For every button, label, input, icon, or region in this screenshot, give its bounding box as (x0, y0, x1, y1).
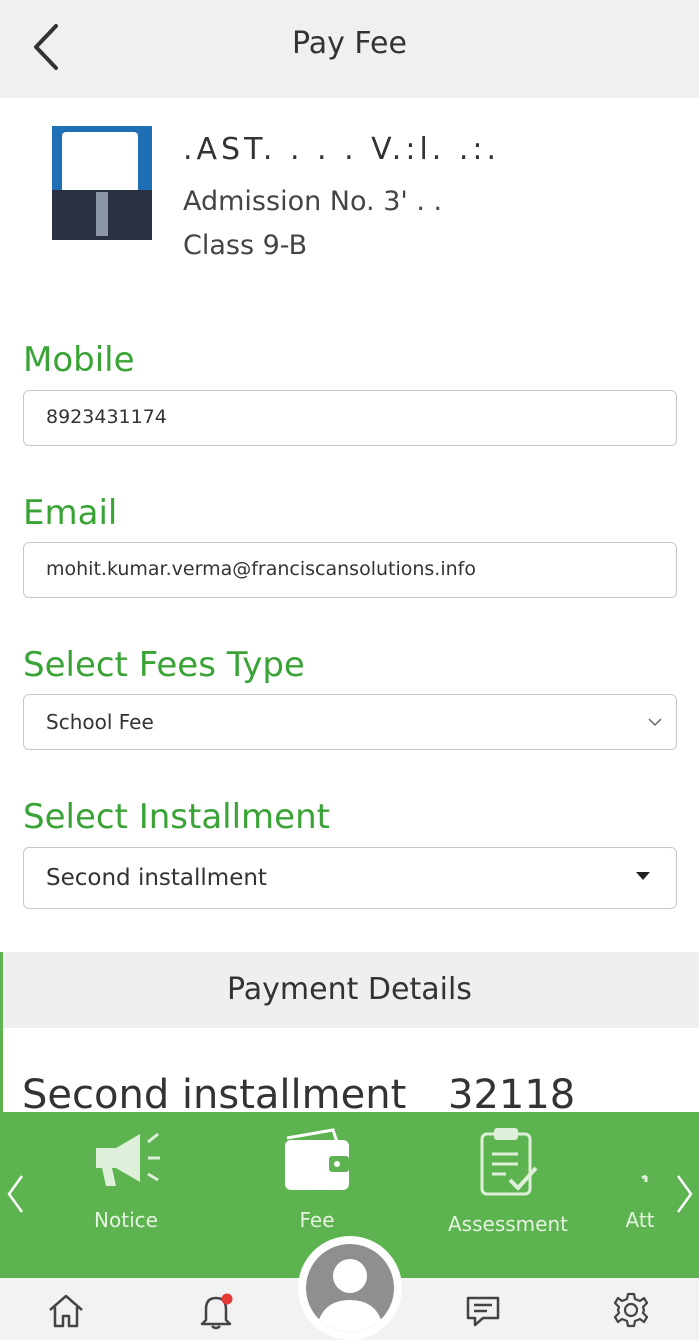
bell-icon[interactable] (196, 1290, 236, 1330)
app-header: Pay Fee (0, 0, 699, 98)
student-class: Class 9-B (183, 230, 308, 261)
student-name: .AST. . . . V.:l. .:. (183, 132, 501, 167)
carousel-next-icon[interactable] (672, 1172, 696, 1216)
email-value: mohit.kumar.verma@franciscansolutions.in… (46, 558, 476, 580)
module-fee[interactable]: Fee (237, 1124, 397, 1232)
chat-icon[interactable] (463, 1290, 503, 1330)
profile-button[interactable] (298, 1236, 402, 1340)
student-photo (52, 126, 152, 240)
pay-fee-screen: Pay Fee .AST. . . . V.:l. .:. Admission … (0, 0, 699, 1340)
installment-select[interactable]: Second installment (23, 847, 677, 909)
caret-down-icon (636, 872, 650, 880)
fees-type-select[interactable]: School Fee (23, 694, 677, 750)
mobile-value: 8923431174 (46, 406, 167, 428)
module-attendance-label: Att (625, 1208, 655, 1232)
page-title: Pay Fee (292, 26, 407, 61)
attendance-icon (641, 1174, 648, 1182)
home-icon[interactable] (46, 1290, 86, 1330)
admission-number: Admission No. 3' . . (183, 186, 443, 217)
email-label: Email (23, 493, 118, 533)
fees-type-label: Select Fees Type (23, 645, 305, 685)
module-fee-label: Fee (299, 1208, 335, 1232)
accent-bar (0, 952, 3, 1122)
megaphone-icon (96, 1132, 160, 1186)
email-field[interactable]: mohit.kumar.verma@franciscansolutions.in… (23, 542, 677, 598)
clipboard-check-icon (480, 1128, 538, 1196)
module-notice[interactable]: Notice (46, 1124, 206, 1232)
profile-icon (316, 1259, 384, 1332)
wallet-icon (285, 1128, 349, 1190)
settings-icon[interactable] (611, 1290, 651, 1330)
installment-value: Second installment (46, 865, 267, 891)
fees-type-value: School Fee (46, 710, 154, 734)
mobile-field[interactable]: 8923431174 (23, 390, 677, 446)
module-notice-label: Notice (94, 1208, 158, 1232)
mobile-label: Mobile (23, 340, 135, 380)
payment-details-header: Payment Details (0, 952, 699, 1028)
chevron-down-icon (648, 718, 662, 727)
carousel-prev-icon[interactable] (4, 1172, 28, 1216)
module-attendance[interactable]: Att (600, 1124, 680, 1232)
module-assessment[interactable]: Assessment (428, 1124, 588, 1236)
installment-label: Select Installment (23, 797, 330, 837)
module-assessment-label: Assessment (448, 1212, 568, 1236)
payment-details-title: Payment Details (227, 972, 472, 1007)
